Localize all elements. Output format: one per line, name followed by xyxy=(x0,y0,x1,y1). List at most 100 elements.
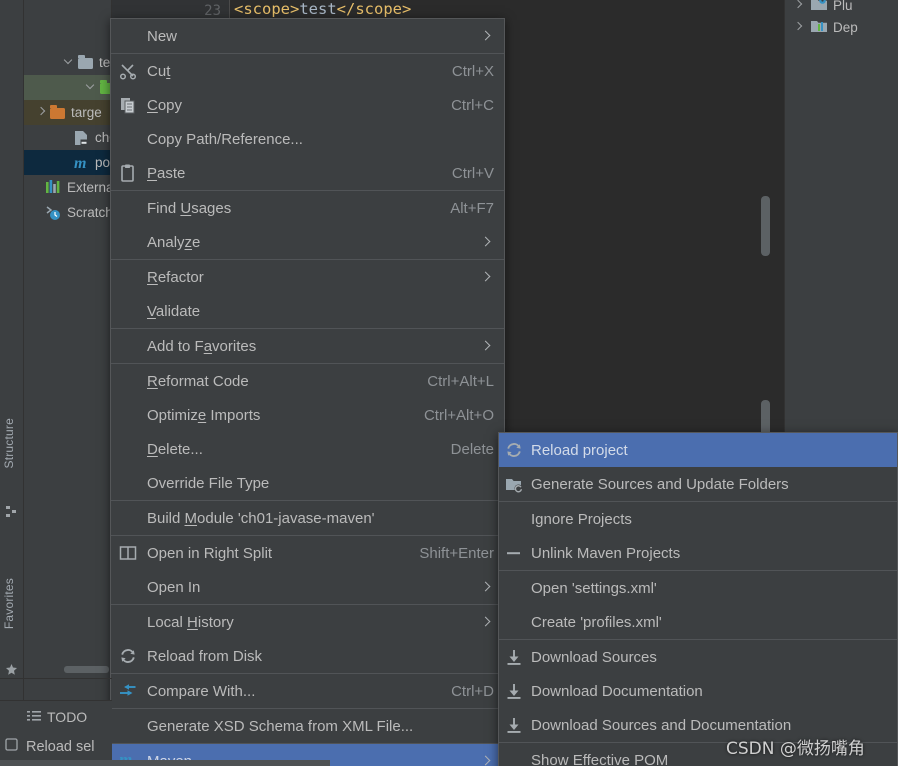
no-icon xyxy=(119,267,141,287)
project-tree-item-label: Scratche xyxy=(67,205,111,220)
menu-item[interactable]: Delete... Delete xyxy=(111,432,504,466)
menu-item[interactable]: Open In xyxy=(111,570,504,604)
project-tree-item[interactable]: mpom xyxy=(24,150,111,175)
submenu-item[interactable]: Download Documentation xyxy=(499,674,897,708)
watermark-text: CSDN @微扬嘴角 xyxy=(726,739,865,759)
menu-item[interactable]: Add to Favorites xyxy=(111,329,504,363)
file-context-menu[interactable]: New Cut Ctrl+X Copy Ctrl+C Copy Path/Referenc… xyxy=(110,18,505,766)
menu-item[interactable]: Reload from Disk xyxy=(111,639,504,673)
menu-item[interactable]: Paste Ctrl+V xyxy=(111,156,504,190)
todo-list-icon xyxy=(27,709,41,725)
no-icon xyxy=(119,198,141,218)
menu-item-text: Optimize Imports xyxy=(147,406,261,424)
maven-submenu[interactable]: Reload project Generate Sources and Updat… xyxy=(498,432,898,766)
menu-item[interactable]: Local History xyxy=(111,605,504,639)
menu-item-text: Open In xyxy=(147,578,201,596)
project-tree-item[interactable]: ch01 xyxy=(24,125,111,150)
folder-icon xyxy=(78,55,94,71)
menu-item-text: Analyze xyxy=(147,233,201,251)
submenu-item-label: Reload project xyxy=(531,441,628,459)
menu-item-text: Generate XSD Schema from XML File... xyxy=(147,717,414,735)
notification-icon xyxy=(5,738,18,755)
menu-item[interactable]: Build Module 'ch01-javase-maven' xyxy=(111,501,504,535)
menu-item[interactable]: Copy Path/Reference... xyxy=(111,122,504,156)
menu-item-shortcut: Ctrl+C xyxy=(451,96,494,114)
menu-item[interactable]: Compare With... Ctrl+D xyxy=(111,674,504,708)
menu-item-label: Copy xyxy=(141,97,433,114)
compare-icon xyxy=(119,681,141,701)
structure-icon xyxy=(5,505,18,518)
submenu-item[interactable]: Ignore Projects xyxy=(499,502,897,536)
chevron-right-icon xyxy=(480,270,494,284)
no-icon xyxy=(119,232,141,252)
todo-button[interactable]: TODO xyxy=(27,709,87,725)
menu-item-label: Local History xyxy=(141,614,474,631)
chevron-right-icon[interactable] xyxy=(36,107,47,118)
project-tree-item[interactable]: External xyxy=(24,175,111,200)
project-tree-item[interactable] xyxy=(24,25,111,50)
editor-vertical-scrollbar[interactable] xyxy=(761,196,770,256)
menu-item-label: New xyxy=(141,28,474,45)
project-tree-item[interactable]: te xyxy=(24,50,111,75)
menu-item-label: Optimize Imports xyxy=(141,407,406,424)
menu-item-label: Reload from Disk xyxy=(141,648,494,665)
menu-item-shortcut: Ctrl+V xyxy=(451,164,494,182)
menu-item-text: Compare With... xyxy=(147,682,256,700)
reload-icon xyxy=(119,646,141,666)
menu-item[interactable]: Generate XSD Schema from XML File... xyxy=(111,709,504,743)
submenu-item[interactable]: Open 'settings.xml' xyxy=(499,571,897,605)
chevron-right-icon xyxy=(480,615,494,629)
menu-item[interactable]: Copy Ctrl+C xyxy=(111,88,504,122)
menu-item[interactable]: Open in Right Split Shift+Enter xyxy=(111,536,504,570)
submenu-item[interactable]: Reload project xyxy=(499,433,897,467)
project-tool-window[interactable]: org.exam te targe ch01mpom External Scratche xyxy=(24,0,112,678)
tool-tab-structure[interactable]: Structure xyxy=(2,418,16,469)
reload-icon xyxy=(505,440,531,460)
chevron-right-icon[interactable] xyxy=(793,0,804,11)
menu-item-text: Delete... xyxy=(147,440,203,458)
project-horizontal-scrollbar[interactable] xyxy=(64,666,109,673)
no-icon xyxy=(119,439,141,459)
bottom-scrollbar[interactable] xyxy=(0,760,330,766)
maven-tree-item[interactable]: Dep xyxy=(785,14,898,40)
menu-item-text: Add to Favorites xyxy=(147,337,257,355)
menu-item[interactable]: Validate xyxy=(111,294,504,328)
menu-item[interactable]: Cut Ctrl+X xyxy=(111,54,504,88)
menu-item-text: New xyxy=(147,27,178,45)
menu-item[interactable]: Analyze xyxy=(111,225,504,259)
menu-item[interactable]: Find Usages Alt+F7 xyxy=(111,191,504,225)
dependencies-icon xyxy=(811,19,827,35)
submenu-item[interactable]: Generate Sources and Update Folders xyxy=(499,467,897,501)
submenu-item[interactable]: Download Sources xyxy=(499,640,897,674)
submenu-item[interactable]: Create 'profiles.xml' xyxy=(499,605,897,639)
no-icon xyxy=(119,612,141,632)
chevron-right-icon[interactable] xyxy=(793,22,804,33)
project-tree-item[interactable]: targe xyxy=(24,100,111,125)
menu-item-text: Cut xyxy=(147,62,171,80)
no-icon xyxy=(505,750,531,766)
menu-item[interactable]: Refactor xyxy=(111,260,504,294)
tool-tab-favorites[interactable]: Favorites xyxy=(2,578,16,629)
project-tree-item[interactable]: org.exam xyxy=(24,0,111,25)
no-icon xyxy=(119,508,141,528)
scissors-icon xyxy=(119,61,141,81)
chevron-down-icon[interactable] xyxy=(86,82,97,93)
no-icon xyxy=(119,577,141,597)
menu-item[interactable]: New xyxy=(111,19,504,53)
menu-item-label: Open In xyxy=(141,579,474,596)
no-icon xyxy=(505,578,531,598)
menu-item[interactable]: Reformat Code Ctrl+Alt+L xyxy=(111,364,504,398)
submenu-item-label: Ignore Projects xyxy=(531,510,632,528)
status-bar-message-row: Reload sel xyxy=(0,733,112,760)
project-tree-item[interactable]: Scratche xyxy=(24,200,111,225)
project-tree-item[interactable] xyxy=(24,75,111,100)
folder-orange-icon xyxy=(50,105,66,121)
chevron-down-icon[interactable] xyxy=(64,57,75,68)
submenu-item[interactable]: Unlink Maven Projects xyxy=(499,536,897,570)
download-icon xyxy=(505,681,531,701)
code-token: </scope> xyxy=(336,0,412,18)
menu-item[interactable]: Optimize Imports Ctrl+Alt+O xyxy=(111,398,504,432)
menu-item-label: Add to Favorites xyxy=(141,338,474,355)
menu-item[interactable]: Override File Type xyxy=(111,466,504,500)
no-icon xyxy=(119,473,141,493)
